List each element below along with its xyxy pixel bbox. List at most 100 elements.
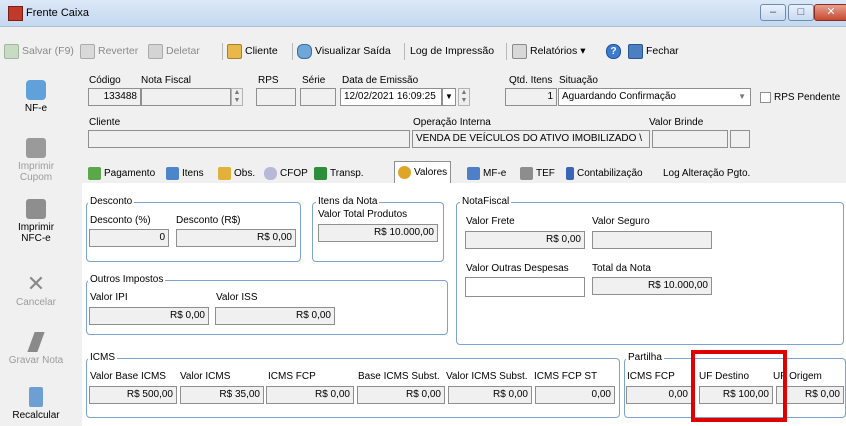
valor-outras-despesas-field[interactable] [465, 277, 585, 297]
codigo-field[interactable]: 133488 [88, 88, 141, 106]
rps-pendente-label: RPS Pendente [774, 92, 841, 103]
nota-fiscal-spinner[interactable]: ▲ ▼ [231, 88, 243, 106]
save-note-button[interactable]: Gravar Nota [0, 332, 72, 366]
qtd-itens-label: Qtd. Itens [509, 75, 553, 86]
reports-button[interactable]: Relatórios ▾ [512, 40, 586, 62]
situacao-select[interactable]: Aguardando Confirmação ▼ [558, 88, 751, 106]
delete-icon [148, 43, 163, 59]
users-icon [227, 43, 242, 59]
serie-field[interactable] [300, 88, 336, 106]
close-button[interactable]: Fechar [628, 40, 679, 62]
tab-tef[interactable]: TEF [520, 164, 555, 183]
print-coupon-icon [26, 138, 46, 158]
valor-frete-field[interactable]: R$ 0,00 [465, 231, 585, 249]
save-button[interactable]: Salvar (F9) [4, 40, 74, 62]
view-output-button[interactable]: Visualizar Saída [297, 40, 391, 62]
close-window-button[interactable]: ✕ [814, 4, 846, 21]
frente-caixa-window: Frente Caixa – □ ✕ Salvar (F9) Reverter … [0, 0, 846, 426]
valor-icms-field[interactable]: R$ 35,00 [180, 386, 264, 404]
delete-button[interactable]: Deletar [148, 40, 200, 62]
icms-fcp-st-label: ICMS FCP ST [534, 371, 598, 382]
valor-iss-label: Valor ISS [216, 292, 258, 303]
valor-icms-subst-label: Valor ICMS Subst. [446, 371, 528, 382]
operacao-extra-field[interactable] [652, 130, 728, 148]
save-icon [4, 43, 19, 59]
serie-label: Série [302, 75, 326, 86]
cliente-field[interactable] [88, 130, 410, 148]
date-spinner[interactable]: ▲ ▼ [458, 88, 470, 106]
tab-itens[interactable]: Itens [166, 164, 204, 183]
help-button[interactable]: ? [606, 40, 621, 62]
data-emissao-label: Data de Emissão [342, 75, 419, 86]
maximize-button[interactable]: □ [788, 4, 814, 21]
valor-total-produtos-field[interactable]: R$ 10.000,00 [318, 224, 438, 242]
minimize-button[interactable]: – [760, 4, 786, 21]
tab-pagamento[interactable]: Pagamento [88, 164, 155, 183]
icms-fcp-st-field[interactable]: 0,00 [535, 386, 615, 404]
valor-brinde-field[interactable] [730, 130, 750, 148]
recalculate-button[interactable]: Recalcular [0, 387, 72, 421]
valor-ipi-label: Valor IPI [90, 292, 128, 303]
printer-icon [512, 43, 527, 59]
tab-log-alteracao[interactable]: Log Alteração Pgto. [663, 164, 750, 183]
highlight-box [691, 350, 787, 422]
qtd-itens-field[interactable]: 1 [505, 88, 557, 106]
valor-icms-subst-field[interactable]: R$ 0,00 [448, 386, 532, 404]
tab-obs[interactable]: Obs. [218, 164, 255, 183]
desconto-pct-label: Desconto (%) [90, 215, 151, 226]
globe-icon [297, 43, 312, 59]
cancel-button[interactable]: ✕ Cancelar [0, 273, 72, 309]
rps-pendente-checkbox[interactable] [760, 92, 771, 103]
desconto-rs-label: Desconto (R$) [176, 215, 241, 226]
dropdown-arrow-icon: ▾ [580, 45, 586, 57]
calculator-icon [29, 387, 43, 407]
desconto-title: Desconto [88, 196, 135, 207]
print-log-button[interactable]: Log de Impressão [410, 40, 494, 62]
partilha-title: Partilha [626, 352, 664, 363]
tab-cfop[interactable]: CFOP [264, 164, 308, 183]
card-icon [520, 167, 533, 180]
print-nfce-button[interactable]: Imprimir NFC-e [0, 199, 72, 244]
base-icms-subst-field[interactable]: R$ 0,00 [357, 386, 445, 404]
revert-button[interactable]: Reverter [80, 40, 138, 62]
valor-ipi-field[interactable]: R$ 0,00 [89, 307, 209, 325]
tab-valores[interactable]: Valores [394, 161, 452, 183]
client-button[interactable]: Cliente [227, 40, 278, 62]
print-coupon-button[interactable]: Imprimir Cupom [0, 138, 72, 183]
icms-fcp-field[interactable]: R$ 0,00 [266, 386, 354, 404]
desconto-pct-field[interactable]: 0 [89, 229, 169, 247]
icms-fcp-label: ICMS FCP [268, 371, 316, 382]
sidebar: NF-e Imprimir Cupom Imprimir NFC-e ✕ Can… [0, 62, 72, 426]
valor-iss-field[interactable]: R$ 0,00 [215, 307, 335, 325]
desconto-rs-field[interactable]: R$ 0,00 [176, 229, 296, 247]
partilha-icms-fcp-field[interactable]: 0,00 [626, 386, 692, 404]
valor-seguro-field[interactable] [592, 231, 712, 249]
valor-base-icms-field[interactable]: R$ 500,00 [89, 386, 177, 404]
data-emissao-field[interactable]: 12/02/2021 16:09:25 [340, 88, 442, 106]
valor-outras-despesas-label: Valor Outras Despesas [466, 263, 569, 274]
tab-strip: Pagamento Itens Obs. CFOP Transp. Valore… [82, 161, 846, 184]
note-icon [218, 167, 231, 180]
toolbar-separator [506, 43, 507, 60]
printer-icon [26, 199, 46, 219]
total-nota-field[interactable]: R$ 10.000,00 [592, 277, 712, 295]
window-title: Frente Caixa [26, 7, 89, 19]
tab-contabilizacao[interactable]: Contabilização [566, 164, 643, 183]
nota-fiscal-field[interactable] [141, 88, 231, 106]
cliente-label: Cliente [89, 117, 121, 128]
tab-transp[interactable]: Transp. [314, 164, 364, 183]
base-icms-subst-label: Base ICMS Subst. [358, 371, 440, 382]
cfop-icon [264, 167, 277, 180]
total-nota-label: Total da Nota [592, 263, 651, 274]
chevron-down-icon: ▼ [738, 92, 746, 101]
rps-field[interactable] [256, 88, 296, 106]
nfe-button[interactable]: NF-e [0, 80, 72, 114]
toolbar-separator [404, 43, 405, 60]
valor-brinde-label: Valor Brinde [649, 117, 704, 128]
nota-fiscal-title: NotaFiscal [460, 196, 512, 207]
exit-icon [628, 43, 643, 59]
itens-nota-title: Itens da Nota [316, 196, 380, 207]
tab-mfe[interactable]: MF-e [467, 164, 506, 183]
operacao-interna-field[interactable]: VENDA DE VEÍCULOS DO ATIVO IMOBILIZADO \ [412, 130, 650, 148]
date-dropdown-icon[interactable]: ▼ [442, 88, 456, 106]
